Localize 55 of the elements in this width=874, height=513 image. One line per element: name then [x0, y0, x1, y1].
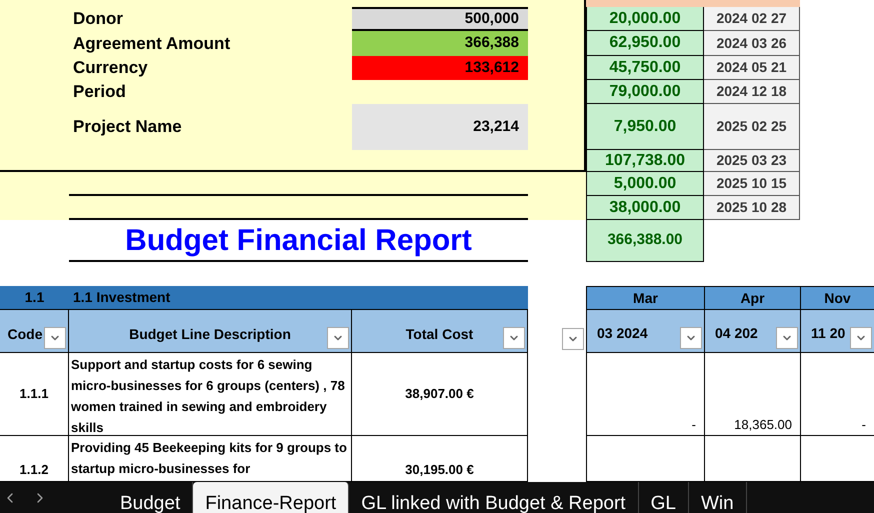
month-period-header[interactable]: 11 20 [800, 309, 874, 353]
filter-button[interactable] [680, 327, 702, 349]
month-header: Apr [704, 286, 800, 309]
filter-button[interactable] [776, 327, 798, 349]
column-header[interactable]: Total Cost [352, 309, 528, 353]
section-code: 1.1 [0, 286, 69, 309]
payment-amount: 7,950.00 [586, 104, 704, 150]
summary-label: Agreement Amount [73, 32, 230, 55]
summary-label: Donor [73, 8, 124, 30]
sheet-tab[interactable]: Finance-Report [193, 482, 350, 513]
payment-amount: 107,738.00 [586, 150, 704, 172]
month-period-header[interactable]: 03 2024 [586, 309, 704, 353]
payment-date: 2025 02 25 [704, 104, 800, 150]
section-title: 1.1 Investment [69, 286, 528, 309]
payment-date: 2024 05 21 [704, 56, 800, 80]
month-header: Nov [800, 286, 874, 309]
payment-date: 2024 03 26 [704, 31, 800, 56]
payment-amount: 5,000.00 [586, 172, 704, 196]
payment-amount: 62,950.00 [586, 31, 704, 56]
total-cost-cell-text: 38,907.00 € [405, 385, 474, 404]
payment-date: 2025 03 23 [704, 150, 800, 172]
payment-date: 2025 10 28 [704, 196, 800, 220]
month-header: Mar [586, 286, 704, 309]
month-value-cell-text: - [862, 416, 866, 434]
payment-date: 2024 12 18 [704, 80, 800, 104]
month-value-cell-text: - [692, 416, 696, 434]
payment-amount: 20,000.00 [586, 7, 704, 31]
code-cell-text: 1.1.1 [20, 385, 48, 404]
summary-label: Currency [73, 57, 148, 80]
filter-button[interactable] [850, 327, 872, 349]
report-title: Budget Financial Report [125, 222, 472, 258]
total-cost-cell-text: 30,195.00 € [405, 460, 474, 478]
description-cell-text: Support and startup costs for 6 sewing micro-businesses for 6 groups (centers) , 78 women trained in sewing and embroidery skills [71, 356, 346, 435]
summary-label: Period [73, 81, 126, 104]
summary-value: 23,214 [352, 104, 528, 150]
payment-amount: 38,000.00 [586, 196, 704, 220]
filter-button[interactable] [327, 327, 349, 349]
summary-value: 133,612 [352, 56, 528, 80]
total-amount: 366,388.00 [586, 220, 704, 262]
payment-date: 2025 10 15 [704, 172, 800, 196]
filter-button[interactable] [503, 327, 525, 349]
summary-value: 500,000 [352, 7, 528, 31]
payment-amount: 45,750.00 [586, 56, 704, 80]
month-value-cell-text: 18,365.00 [734, 416, 792, 434]
column-header[interactable]: Budget Line Description [69, 309, 352, 353]
filter-button[interactable] [562, 328, 584, 350]
summary-value: 366,388 [352, 31, 528, 56]
payment-amount: 79,000.00 [586, 80, 704, 104]
filter-button[interactable] [44, 327, 66, 349]
column-header[interactable]: Code [0, 309, 69, 353]
summary-label: Project Name [73, 116, 182, 138]
month-period-header[interactable]: 04 202 [704, 309, 800, 353]
payment-date: 2024 02 27 [704, 7, 800, 31]
code-cell-text: 1.1.2 [20, 460, 48, 478]
description-cell-text: Providing 45 Beekeeping kits for 9 groups to startup micro-businesses for [71, 439, 348, 478]
